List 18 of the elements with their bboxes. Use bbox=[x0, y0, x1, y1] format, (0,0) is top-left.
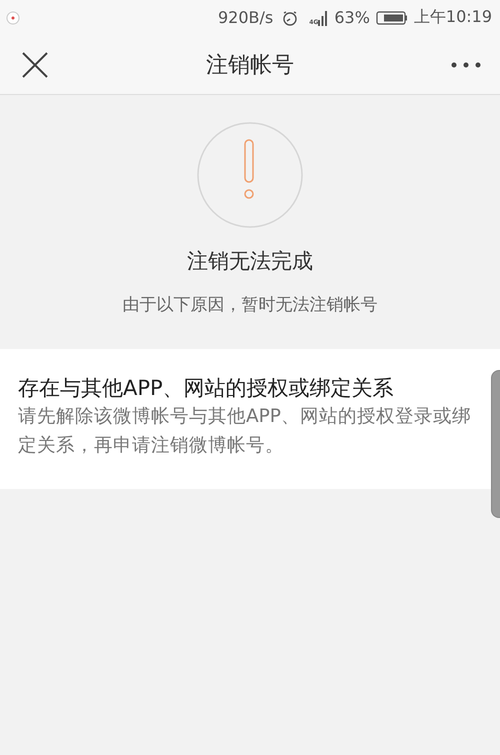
alarm-icon bbox=[281, 10, 300, 26]
more-icon bbox=[450, 60, 482, 68]
notification-icon bbox=[6, 10, 20, 24]
reason-title: 存在与其他APP、网站的授权或绑定关系 bbox=[18, 375, 395, 402]
battery-percent: 63% bbox=[334, 8, 370, 27]
page-title: 注销帐号 bbox=[205, 52, 295, 80]
battery-icon bbox=[376, 10, 408, 24]
clock-time: 上午10:19 bbox=[414, 7, 492, 28]
warning-icon bbox=[196, 121, 304, 229]
network-speed: 920B/s bbox=[218, 8, 274, 27]
close-button[interactable] bbox=[20, 50, 50, 80]
close-icon bbox=[20, 50, 50, 80]
notice-title: 注销无法完成 bbox=[187, 248, 313, 275]
edge-handle[interactable] bbox=[491, 370, 500, 518]
reason-detail: 请先解除该微博帐号与其他APP、网站的授权登录或绑定关系，再申请注销微博帐号。 bbox=[18, 405, 472, 458]
signal-icon bbox=[318, 10, 328, 26]
notice-subtitle: 由于以下原因，暂时无法注销帐号 bbox=[122, 294, 378, 316]
more-button[interactable] bbox=[450, 60, 482, 68]
